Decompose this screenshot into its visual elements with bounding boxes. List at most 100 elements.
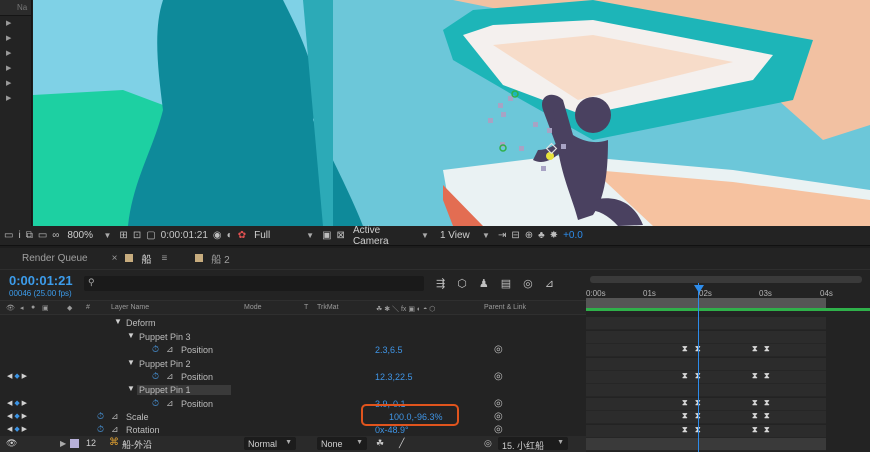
property-row[interactable]: ◀ ◆ ▶ ⏱ ⊿ Position 3.9,-0.1 ◎ — [0, 398, 586, 411]
pick-whip-icon[interactable]: ◎ — [494, 344, 503, 355]
grid-icon[interactable]: ▢ — [146, 230, 155, 241]
keyframe-icon[interactable]: ⧗ — [752, 344, 758, 354]
draft-3d-icon[interactable]: ⬡ — [457, 277, 467, 290]
shy-icon[interactable]: ♟ — [479, 277, 489, 290]
draft-3d-icon[interactable]: ⊕ — [525, 230, 533, 241]
pick-whip-icon[interactable]: ◎ — [494, 411, 503, 422]
tree-expand-arrow[interactable]: ▶ — [0, 91, 31, 106]
timeline-graph-panel[interactable]: 0:00s 01s 02s 03s 04s ⧗ ⧗ ⧗ ⧗ ⧗ ⧗ ⧗ ⧗ ⧗ ⧗ ⧗ ⧗ ⧗ ⧗ ⧗… — [586, 270, 870, 452]
fit-icon[interactable]: ⊞ — [119, 230, 127, 241]
keyframe-icon[interactable]: ⧗ — [764, 411, 770, 421]
flowchart-icon[interactable]: ♣ — [538, 230, 545, 241]
work-area-bar[interactable] — [586, 298, 826, 308]
tab-comp-active[interactable]: × 船 ≡ — [100, 247, 180, 269]
layer-label-swatch[interactable] — [70, 439, 79, 448]
tree-expand-arrow[interactable]: ▶ — [0, 16, 31, 31]
property-row[interactable]: ▼ Puppet Pin 3 — [0, 331, 586, 344]
property-row[interactable]: ⏱ ⊿ Position 2.3,6.5 ◎ — [0, 344, 586, 357]
view-layout-dropdown[interactable]: 1 View ▼ — [437, 229, 493, 243]
keyframe-icon[interactable]: ⧗ — [682, 425, 688, 435]
quality-switch-icon[interactable]: ╱ — [399, 438, 404, 449]
graph-icon[interactable]: ⊿ — [166, 398, 174, 409]
twirl-down-icon[interactable]: ▼ — [127, 358, 135, 367]
keyframe-icon[interactable]: ⧗ — [764, 398, 770, 408]
close-icon[interactable]: × — [112, 253, 118, 264]
eye-icon[interactable]: 👁 — [6, 304, 15, 312]
keyframe-icon[interactable]: ⧗ — [752, 371, 758, 381]
property-value[interactable]: 2.3,6.5 — [375, 345, 403, 355]
viewer-canvas[interactable] — [33, 0, 870, 226]
eye-icon[interactable]: 👁 — [6, 438, 17, 449]
time-navigator[interactable] — [590, 276, 862, 283]
exposure-value[interactable]: +0.0 — [563, 230, 583, 241]
column-trkmat[interactable]: TrkMat — [317, 304, 339, 311]
pick-whip-icon[interactable]: ◎ — [484, 438, 492, 449]
property-row[interactable]: ◀ ◆ ▶ ⏱ ⊿ Scale 100.0,-96.3% ◎ — [0, 411, 586, 424]
switches-icon[interactable]: ☘ ✱ ＼ fx ▣ ◐ ◓ ⬡ — [376, 304, 435, 314]
keyframe-icon[interactable]: ⧗ — [752, 411, 758, 421]
tree-expand-arrow[interactable]: ▶ — [0, 46, 31, 61]
parent-dropdown[interactable]: 15. 小红船 ▼ — [498, 437, 568, 451]
property-row[interactable]: ▼ Puppet Pin 1 — [0, 384, 586, 397]
audio-icon[interactable]: ◂ — [20, 304, 24, 312]
show-snapshot-icon[interactable]: ◐ — [227, 230, 233, 241]
stopwatch-icon[interactable]: ⏱ — [97, 424, 104, 435]
twirl-right-icon[interactable]: ▶ — [60, 439, 66, 448]
timeline-timecode[interactable]: 0:00:01:21 — [9, 273, 73, 288]
graph-icon[interactable]: ⊿ — [166, 344, 174, 355]
stopwatch-icon[interactable]: ⏱ — [152, 344, 159, 355]
property-value[interactable]: 0x-48.9° — [375, 425, 409, 435]
pick-whip-icon[interactable]: ◎ — [494, 371, 503, 382]
resolution-dropdown[interactable]: Full ▼ — [251, 229, 317, 243]
column-parent[interactable]: Parent & Link — [484, 304, 526, 311]
keyframe-icon[interactable]: ⧗ — [682, 398, 688, 408]
graph-editor-icon[interactable]: ⊿ — [545, 277, 554, 290]
property-row[interactable]: ◀ ◆ ▶ ⏱ ⊿ Position 12.3,22.5 ◎ — [0, 371, 586, 384]
column-layer-name[interactable]: Layer Name — [111, 304, 149, 311]
shy-switch-icon[interactable]: ☘ — [376, 438, 384, 449]
graph-icon[interactable]: ⊿ — [111, 411, 119, 422]
keyframe-nav[interactable]: ◀ ◆ ▶ — [7, 399, 27, 407]
playhead-handle[interactable] — [694, 285, 704, 293]
keyframe-icon[interactable]: ⧗ — [682, 371, 688, 381]
viewer-timecode[interactable]: 0:00:01:21 — [161, 230, 208, 241]
transparency-grid-icon[interactable]: ⊠ — [337, 230, 345, 241]
roi-icon[interactable]: ▣ — [322, 230, 331, 241]
fast-preview-icon[interactable]: ⊟ — [511, 230, 519, 241]
composition-viewer[interactable] — [33, 0, 870, 226]
stopwatch-icon[interactable]: ⏱ — [152, 398, 159, 409]
twirl-down-icon[interactable]: ▼ — [114, 317, 122, 326]
trkmat-dropdown[interactable]: None ▼ — [317, 437, 367, 450]
pick-whip-icon[interactable]: ◎ — [494, 398, 503, 409]
twirl-down-icon[interactable]: ▼ — [127, 331, 135, 340]
keyframe-icon[interactable]: ⧗ — [752, 425, 758, 435]
lock-icon[interactable]: ▣ — [42, 304, 49, 312]
tab-render-queue[interactable]: Render Queue — [0, 247, 100, 269]
stopwatch-icon[interactable]: ⏱ — [97, 411, 104, 422]
graph-icon[interactable]: ⊿ — [166, 371, 174, 382]
channel-icon[interactable]: ✿ — [238, 230, 246, 241]
property-value[interactable]: 12.3,22.5 — [375, 372, 413, 382]
layer-name[interactable]: 船-外沿 — [122, 438, 152, 451]
property-row[interactable]: ▼ Puppet Pin 2 — [0, 358, 586, 371]
keyframe-nav[interactable]: ◀ ◆ ▶ — [7, 412, 27, 420]
zoom-dropdown[interactable]: 800% ▼ — [64, 229, 114, 243]
comp-flowchart-icon[interactable]: ⇶ — [436, 277, 445, 290]
info-icon[interactable]: i — [18, 230, 20, 241]
exposure-reset-icon[interactable]: ✸ — [550, 230, 558, 241]
monitor-icon[interactable]: ▭ — [38, 230, 47, 241]
stopwatch-icon[interactable]: ⏱ — [152, 371, 159, 382]
solo-icon[interactable]: ● — [31, 304, 35, 311]
keyframe-icon[interactable]: ⧗ — [752, 398, 758, 408]
keyframe-icon[interactable]: ⧗ — [682, 411, 688, 421]
keyframe-icon[interactable]: ⧗ — [682, 344, 688, 354]
tree-expand-arrow[interactable]: ▶ — [0, 61, 31, 76]
tab-menu-icon[interactable]: ≡ — [161, 253, 167, 264]
keyframe-nav[interactable]: ◀ ◆ ▶ — [7, 372, 27, 380]
frame-blend-icon[interactable]: ▤ — [501, 277, 511, 290]
keyframe-nav[interactable]: ◀ ◆ ▶ — [7, 425, 27, 433]
camera-snapshot-icon[interactable]: ◉ — [213, 230, 222, 241]
tree-expand-arrow[interactable]: ▶ — [0, 31, 31, 46]
column-mode[interactable]: Mode — [244, 304, 262, 311]
tab-comp-2[interactable]: 船 2 — [179, 247, 241, 269]
